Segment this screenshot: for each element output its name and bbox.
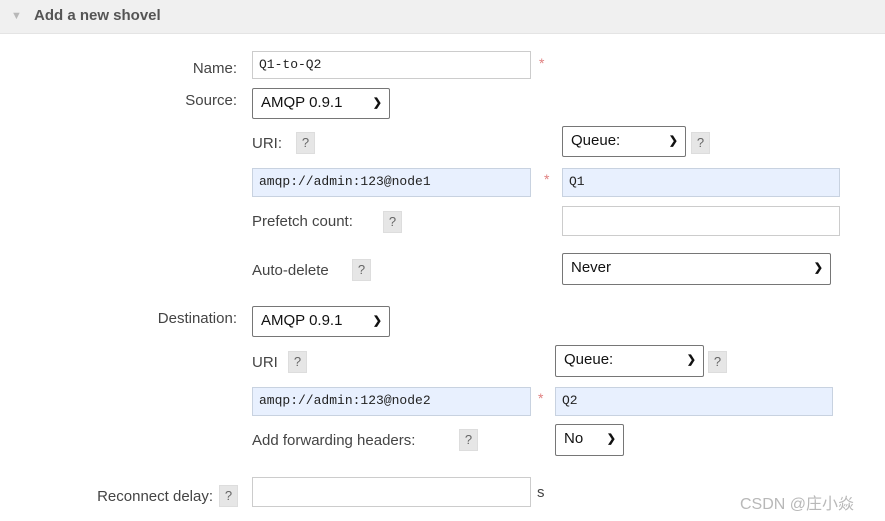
prefetch-count-label: Prefetch count: <box>252 213 353 230</box>
forwarding-headers-value: No <box>564 430 584 447</box>
section-title: Add a new shovel <box>34 7 161 24</box>
destination-type-select[interactable]: Queue: ❯ <box>555 345 704 377</box>
chevron-down-icon: ❯ <box>606 433 616 445</box>
reconnect-delay-help-button[interactable]: ? <box>219 485 238 507</box>
triangle-down-icon: ▼ <box>11 10 22 22</box>
auto-delete-help-button[interactable]: ? <box>352 259 371 281</box>
destination-uri-input[interactable]: amqp://admin:123@node2 <box>252 387 531 416</box>
destination-protocol-select[interactable]: AMQP 0.9.1 ❯ <box>252 306 390 337</box>
auto-delete-label: Auto-delete <box>252 262 329 279</box>
destination-type-value: Queue: <box>564 351 614 368</box>
auto-delete-select[interactable]: Never ❯ <box>562 253 831 285</box>
destination-uri-label: URI <box>252 354 278 371</box>
source-uri-help-button[interactable]: ? <box>296 132 315 154</box>
reconnect-delay-input[interactable] <box>252 477 531 507</box>
source-type-value: Queue: <box>571 132 621 149</box>
source-uri-input[interactable]: amqp://admin:123@node1 <box>252 168 531 197</box>
reconnect-delay-unit: s <box>537 484 545 501</box>
forwarding-headers-select[interactable]: No ❯ <box>555 424 624 456</box>
prefetch-count-input[interactable] <box>562 206 840 236</box>
auto-delete-value: Never <box>571 259 612 276</box>
source-uri-label: URI: <box>252 135 282 152</box>
destination-uri-required-marker: * <box>538 390 544 406</box>
destination-label: Destination: <box>157 310 237 327</box>
destination-protocol-value: AMQP 0.9.1 <box>261 312 343 329</box>
forwarding-headers-help-button[interactable]: ? <box>459 429 478 451</box>
source-protocol-select[interactable]: AMQP 0.9.1 ❯ <box>252 88 390 119</box>
name-label: Name: <box>192 60 237 77</box>
forwarding-headers-label: Add forwarding headers: <box>252 432 416 449</box>
chevron-down-icon: ❯ <box>372 97 382 109</box>
section-header[interactable]: ▼ Add a new shovel <box>0 0 885 34</box>
chevron-down-icon: ❯ <box>686 354 696 366</box>
destination-uri-help-button[interactable]: ? <box>288 351 307 373</box>
source-label: Source: <box>185 92 237 109</box>
prefetch-help-button[interactable]: ? <box>383 211 402 233</box>
source-queue-input[interactable]: Q1 <box>562 168 840 197</box>
watermark: CSDN @庄小焱 <box>740 496 855 513</box>
chevron-down-icon: ❯ <box>668 135 678 147</box>
source-uri-required-marker: * <box>544 171 550 187</box>
name-required-marker: * <box>539 55 545 71</box>
source-protocol-value: AMQP 0.9.1 <box>261 94 343 111</box>
chevron-down-icon: ❯ <box>372 315 382 327</box>
name-input[interactable]: Q1-to-Q2 <box>252 51 531 79</box>
reconnect-delay-label: Reconnect delay: <box>97 488 213 505</box>
destination-type-help-button[interactable]: ? <box>708 351 727 373</box>
source-type-select[interactable]: Queue: ❯ <box>562 126 686 157</box>
chevron-down-icon: ❯ <box>813 262 823 274</box>
destination-queue-input[interactable]: Q2 <box>555 387 833 416</box>
source-type-help-button[interactable]: ? <box>691 132 710 154</box>
